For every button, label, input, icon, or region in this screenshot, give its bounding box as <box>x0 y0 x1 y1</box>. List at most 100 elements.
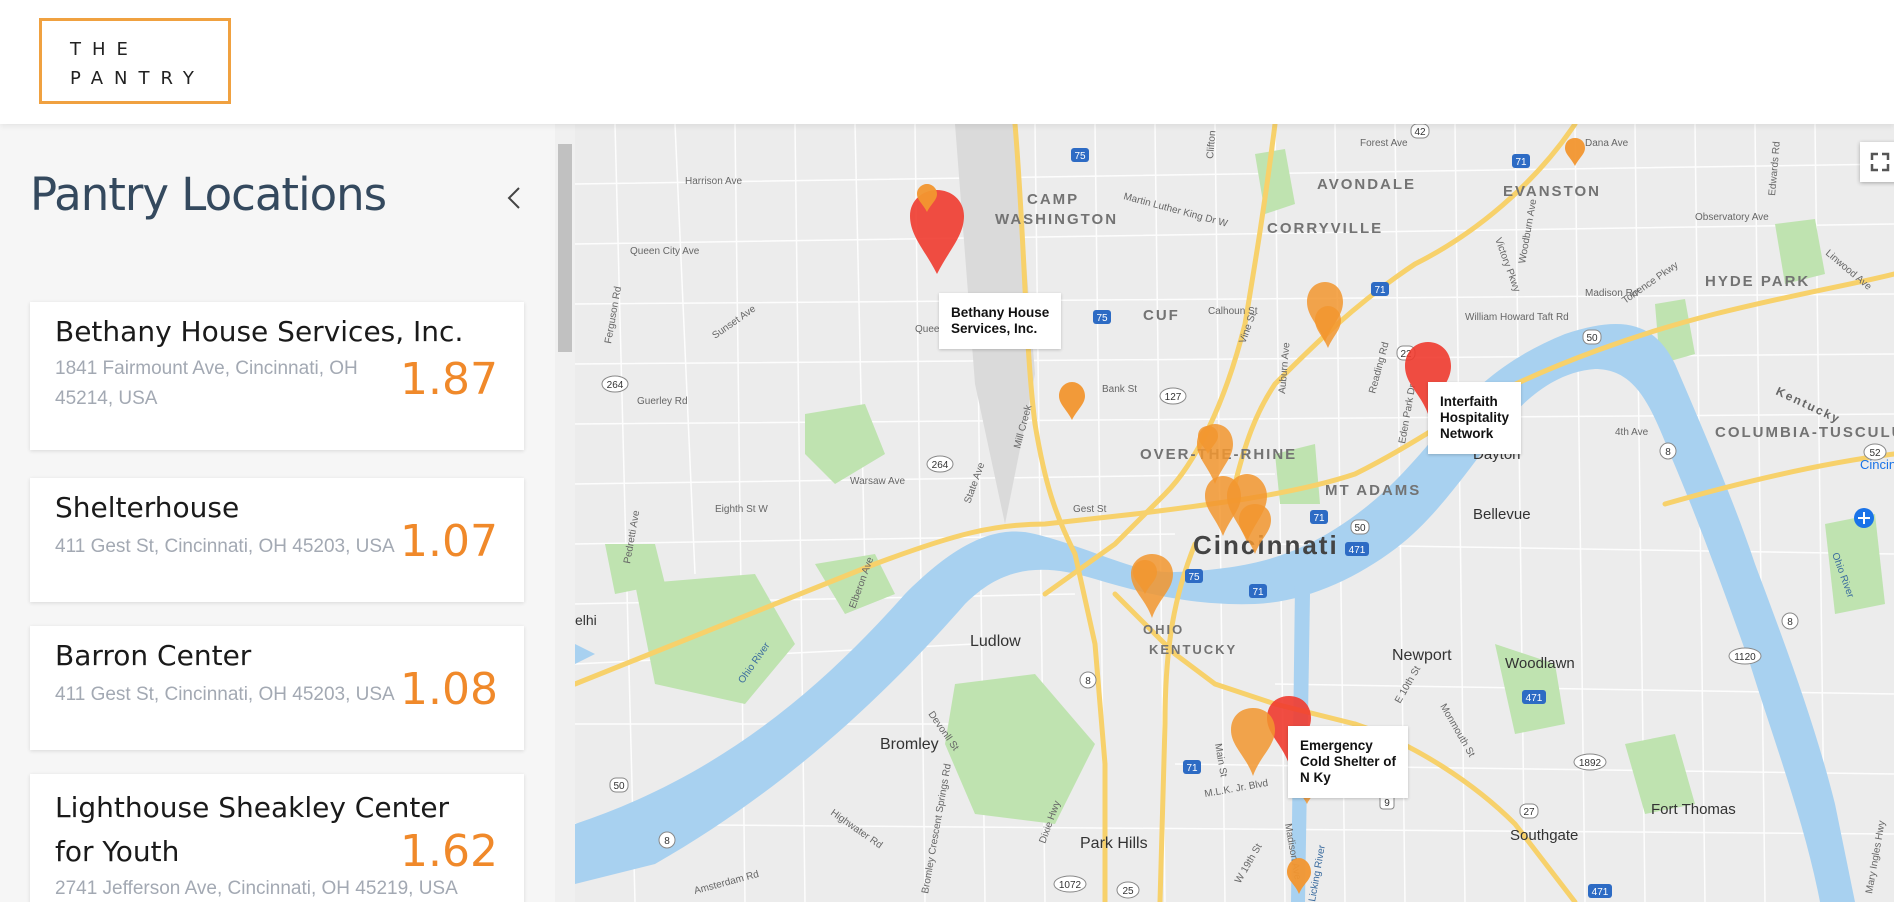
map-label: CORRYVILLE <box>1267 220 1383 237</box>
shield-route-127: 127 <box>1159 387 1187 405</box>
svg-text:71: 71 <box>1374 285 1386 296</box>
shield-route-27: 27 <box>1519 803 1539 819</box>
collapse-sidebar-button[interactable] <box>502 180 526 216</box>
location-distance: 1.87 <box>400 354 498 405</box>
brand-line-1: THE <box>70 39 139 60</box>
map-label: CUF <box>1143 307 1180 324</box>
shield-interstate-71: 71 <box>1512 154 1530 168</box>
shield-route-8: 8 <box>658 831 676 849</box>
map[interactable]: CAMP WASHINGTON AVONDALE CORRYVILLE EVAN… <box>575 124 1894 902</box>
svg-text:471: 471 <box>1526 693 1543 704</box>
svg-text:9: 9 <box>1384 798 1390 809</box>
map-label: WASHINGTON <box>995 211 1118 228</box>
street-label: 4th Ave <box>1615 427 1649 438</box>
svg-text:1072: 1072 <box>1059 880 1082 891</box>
location-name: Lighthouse Sheakley Center <box>55 791 450 824</box>
shield-interstate-75: 75 <box>1185 569 1203 583</box>
location-distance: 1.07 <box>400 516 498 567</box>
shield-route-50: 50 <box>1350 519 1370 535</box>
city-label: Fort Thomas <box>1651 801 1736 818</box>
map-canvas[interactable]: CAMP WASHINGTON AVONDALE CORRYVILLE EVAN… <box>575 124 1894 902</box>
shield-route-52: 52 <box>1863 443 1887 461</box>
city-label: elhi <box>575 612 597 628</box>
svg-text:52: 52 <box>1869 448 1881 459</box>
brand-line-2: PANTRY <box>70 68 205 89</box>
shield-interstate-71: 71 <box>1310 510 1328 524</box>
city-label: Park Hills <box>1080 835 1148 852</box>
svg-text:75: 75 <box>1096 313 1108 324</box>
map-label: MT ADAMS <box>1325 482 1421 499</box>
header: THE PANTRY <box>0 0 1894 124</box>
city-label: Newport <box>1392 647 1452 664</box>
info-label-line: Interfaith <box>1440 394 1498 409</box>
svg-text:25: 25 <box>1122 886 1134 897</box>
info-label-line: Services, Inc. <box>951 321 1038 336</box>
location-name-line-2: for Youth <box>55 835 180 868</box>
location-address: 1841 Fairmount Ave, Cincinnati, OH <box>55 358 358 379</box>
location-card-bethany-house[interactable]: Bethany House Services, Inc. 1841 Fairmo… <box>30 302 524 450</box>
shield-interstate-471: 471 <box>1345 542 1369 556</box>
city-label: Southgate <box>1510 827 1578 844</box>
fullscreen-icon <box>1870 152 1890 172</box>
info-label-line: Cold Shelter of <box>1300 754 1397 769</box>
location-address: 411 Gest St, Cincinnati, OH 45203, USA <box>55 536 395 557</box>
shield-interstate-71: 71 <box>1183 760 1201 774</box>
sidebar-scrollbar[interactable] <box>555 124 575 902</box>
svg-text:8: 8 <box>1665 447 1671 458</box>
fullscreen-button[interactable] <box>1860 142 1894 182</box>
street-label: Eighth St W <box>715 504 768 515</box>
svg-text:1892: 1892 <box>1579 758 1602 769</box>
svg-text:8: 8 <box>664 836 670 847</box>
shield-route-50: 50 <box>609 777 629 793</box>
sidebar-title: Pantry Locations <box>30 168 387 221</box>
info-label-line: Hospitality <box>1440 410 1510 425</box>
location-address: 411 Gest St, Cincinnati, OH 45203, USA <box>55 684 395 705</box>
street-label: Dana Ave <box>1585 138 1629 149</box>
location-card-lighthouse-sheakley[interactable]: Lighthouse Sheakley Center for Youth 274… <box>30 774 524 902</box>
svg-text:27: 27 <box>1523 807 1535 818</box>
svg-text:264: 264 <box>607 380 624 391</box>
map-info-label-bethany[interactable]: Bethany House Services, Inc. <box>939 293 1062 349</box>
location-card-shelterhouse[interactable]: Shelterhouse 411 Gest St, Cincinnati, OH… <box>30 478 524 602</box>
svg-text:471: 471 <box>1349 545 1366 556</box>
airport-icon <box>1854 508 1874 528</box>
shield-interstate-75: 75 <box>1093 310 1111 324</box>
street-label: Bank St <box>1102 384 1137 395</box>
location-card-barron-center[interactable]: Barron Center 411 Gest St, Cincinnati, O… <box>30 626 524 750</box>
shield-interstate-471: 471 <box>1522 690 1546 704</box>
shield-route-42: 42 <box>1410 124 1430 139</box>
location-address: 2741 Jefferson Ave, Cincinnati, OH 45219… <box>55 878 458 899</box>
map-info-label-emergency-shelter[interactable]: Emergency Cold Shelter of N Ky <box>1288 726 1409 798</box>
svg-text:50: 50 <box>1586 333 1598 344</box>
map-label: HYDE PARK <box>1705 273 1810 290</box>
svg-text:71: 71 <box>1186 763 1198 774</box>
street-label: Warsaw Ave <box>850 476 905 487</box>
map-label: AVONDALE <box>1317 176 1416 193</box>
map-label: COLUMBIA-TUSCULU <box>1715 424 1894 441</box>
shield-interstate-71: 71 <box>1249 584 1267 598</box>
map-info-label-interfaith[interactable]: Interfaith Hospitality Network <box>1428 382 1522 454</box>
shield-interstate-75: 75 <box>1071 148 1089 162</box>
svg-text:42: 42 <box>1414 127 1426 138</box>
svg-text:50: 50 <box>613 781 625 792</box>
svg-text:71: 71 <box>1313 513 1325 524</box>
shield-route-25: 25 <box>1116 881 1140 899</box>
shield-interstate-471: 471 <box>1588 884 1612 898</box>
shield-interstate-71: 71 <box>1371 282 1389 296</box>
shield-route-8: 8 <box>1781 612 1799 630</box>
shield-route-8: 8 <box>1659 442 1677 460</box>
street-label: Observatory Ave <box>1695 212 1769 223</box>
svg-text:71: 71 <box>1252 587 1264 598</box>
info-label-line: Bethany House <box>951 305 1050 320</box>
scrollbar-thumb[interactable] <box>558 144 572 352</box>
brand-logo[interactable]: THE PANTRY <box>39 18 231 104</box>
street-label: Queen City Ave <box>630 246 700 257</box>
info-label-line: Emergency <box>1300 738 1373 753</box>
shield-route-264: 264 <box>926 455 954 473</box>
location-distance: 1.08 <box>400 664 498 715</box>
svg-text:75: 75 <box>1188 572 1200 583</box>
info-label-line: N Ky <box>1300 770 1331 785</box>
location-address-line-2: 45214, USA <box>55 388 158 409</box>
location-name: Bethany House Services, Inc. <box>55 315 464 348</box>
map-label: KENTUCKY <box>1149 642 1237 657</box>
